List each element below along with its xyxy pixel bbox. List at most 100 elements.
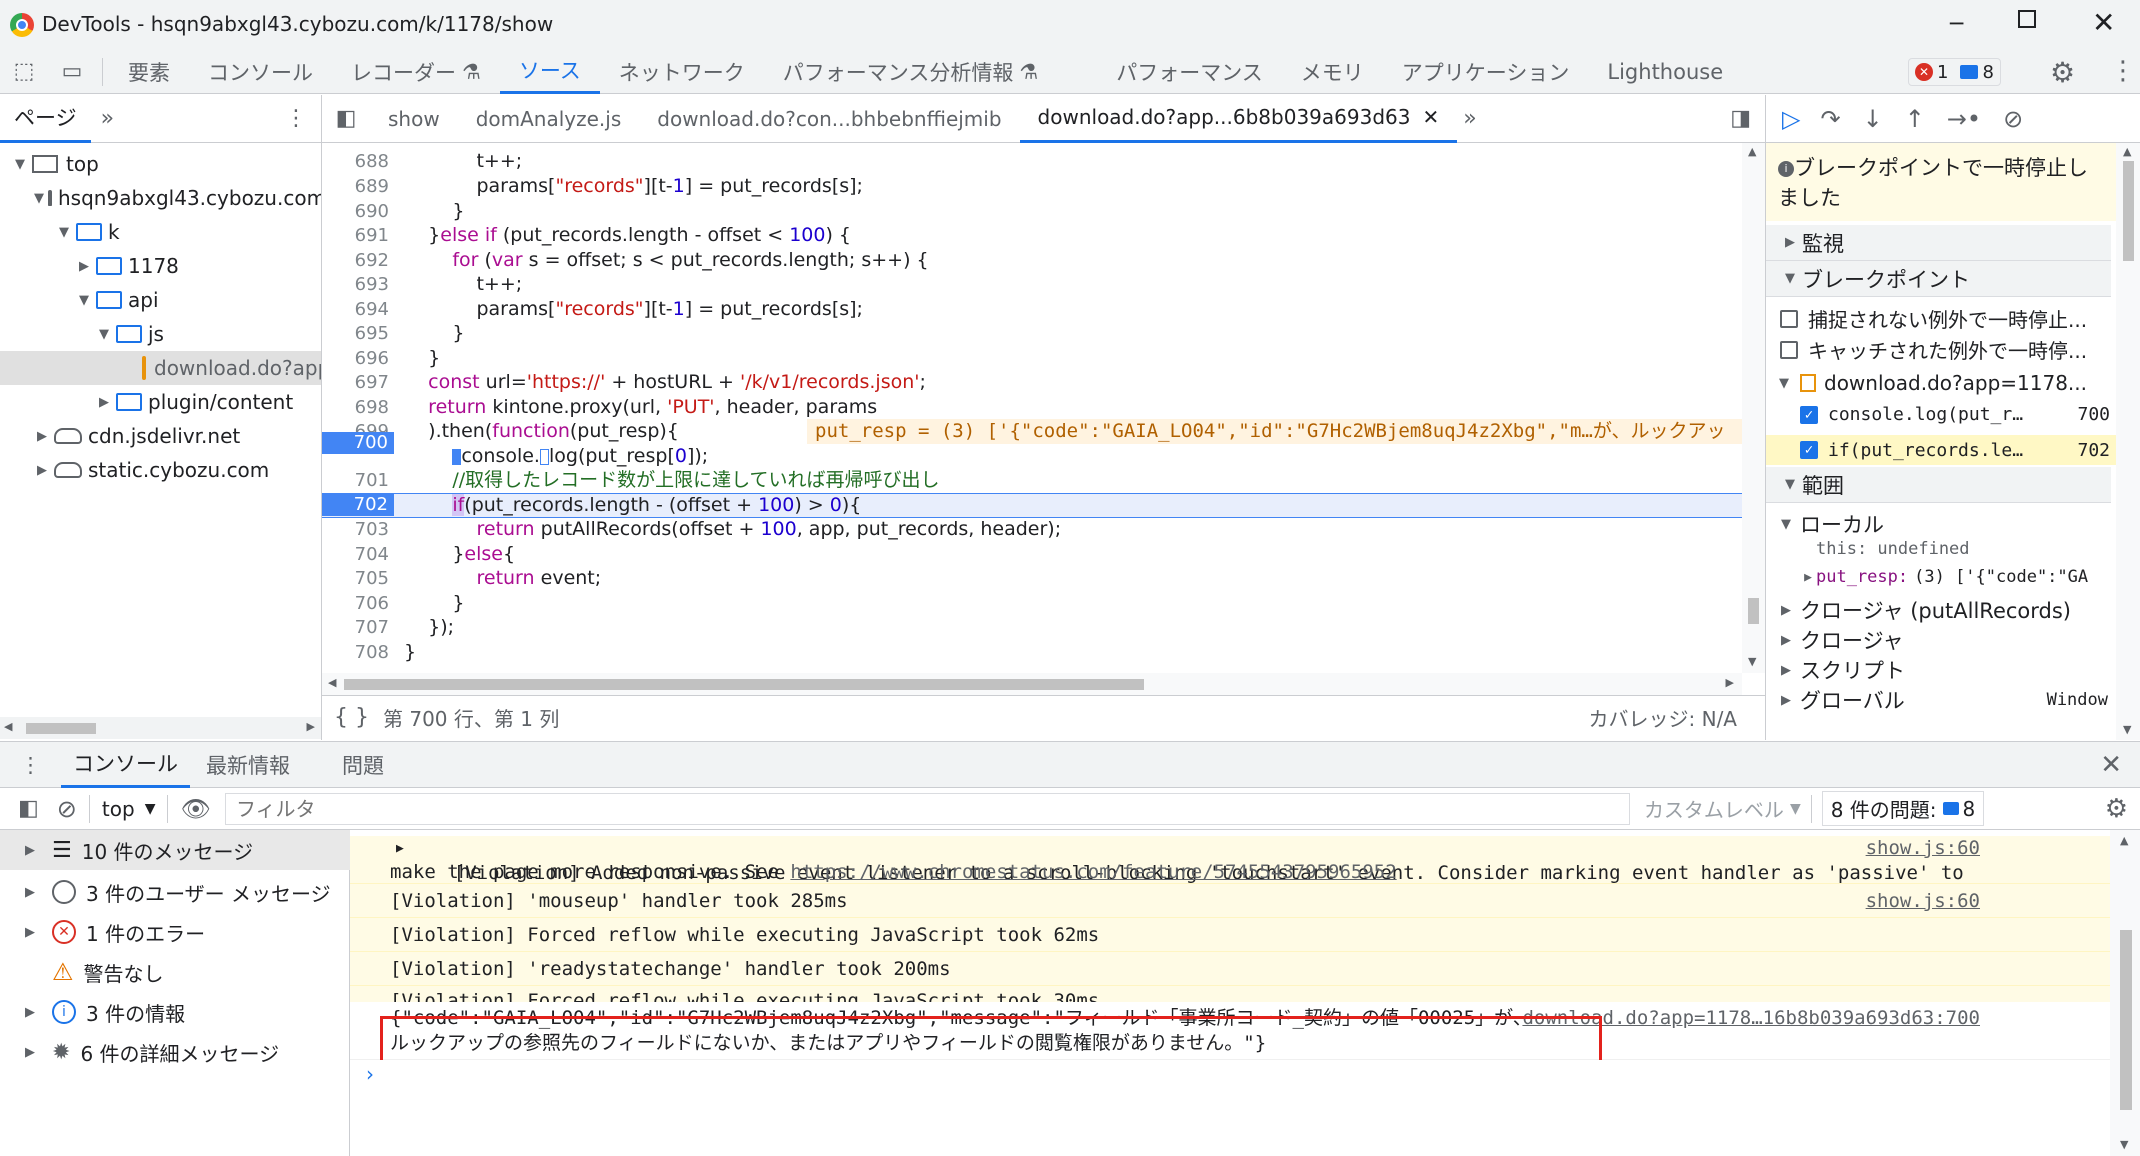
tab-performance[interactable]: パフォーマンス <box>1097 50 1282 94</box>
uncaught-exceptions-option[interactable]: 捕捉されない例外で一時停止... <box>1780 304 2087 333</box>
message-source-link[interactable]: show.js:60 <box>1866 889 1980 914</box>
tab-memory[interactable]: メモリ <box>1282 50 1383 94</box>
navigator-menu-icon[interactable]: ⋮ <box>285 106 307 131</box>
show-sidebar-icon[interactable]: ◧ <box>18 796 39 821</box>
deactivate-breakpoints-icon[interactable]: ⊘ <box>2003 105 2023 133</box>
tab-page[interactable]: ページ <box>0 95 91 143</box>
editor-tab-show[interactable]: show <box>370 95 458 143</box>
left-scrollbar[interactable]: ◀ ▶ <box>0 717 321 739</box>
section-watch[interactable]: ▶ 監視 <box>1766 225 2111 261</box>
checkbox-checked[interactable]: ✓ <box>1800 441 1818 459</box>
filter-errors[interactable]: ▶ ✕ 1 件のエラー <box>0 912 350 952</box>
section-breakpoints[interactable]: ▼ ブレークポイント <box>1766 261 2111 297</box>
tree-item-api[interactable]: ▼ api <box>0 283 321 317</box>
message-source-link[interactable]: show.js:60 <box>1866 836 1980 861</box>
tab-lighthouse[interactable]: Lighthouse <box>1588 50 1742 94</box>
line-number[interactable]: 708 <box>322 642 397 663</box>
section-scope[interactable]: ▼ 範囲 <box>1766 467 2111 503</box>
step-out-icon[interactable]: ↑ <box>1905 105 1925 133</box>
scope-local[interactable]: ▼ ローカル <box>1778 509 1884 539</box>
log-levels-select[interactable]: カスタムレベル ▼ <box>1644 794 1801 823</box>
close-drawer-icon[interactable]: ✕ <box>2100 750 2122 780</box>
filter-verbose[interactable]: ▶ ✹ 6 件の詳細メッセージ <box>0 1032 350 1072</box>
drawer-tab-issues[interactable]: 問題 <box>342 750 384 780</box>
breakpoint-item-700[interactable]: ✓ console.log(put_r… 700 <box>1800 404 2110 425</box>
editor-tab-download-app[interactable]: download.do?app...6b8b039a693d63 ✕ <box>1019 95 1458 143</box>
line-number[interactable]: 693 <box>322 274 397 295</box>
line-number[interactable]: 688 <box>322 151 397 172</box>
close-tab-icon[interactable]: ✕ <box>1422 105 1439 129</box>
toggle-debugger-icon[interactable]: ◨ <box>1730 106 1751 131</box>
line-number[interactable]: 690 <box>322 201 397 222</box>
step-into-icon[interactable]: ↓ <box>1863 105 1883 133</box>
breakpoint-marker-700[interactable]: 700 <box>322 432 394 454</box>
line-number[interactable]: 703 <box>322 519 397 540</box>
line-number[interactable]: 704 <box>322 544 397 565</box>
scope-closure-putallrecords[interactable]: ▶ クロージャ (putAllRecords) <box>1778 595 2071 625</box>
more-tabs-icon[interactable]: » <box>101 106 114 131</box>
line-number[interactable]: 692 <box>322 250 397 271</box>
maximize-icon[interactable] <box>2018 10 2036 28</box>
expand-arrow-icon[interactable]: ▶ <box>396 836 404 861</box>
console-prompt[interactable]: › <box>350 1060 2110 1156</box>
toggle-navigator-icon[interactable]: ◧ <box>322 95 370 143</box>
context-select[interactable]: top ▼ <box>102 797 156 821</box>
editor-tab-domanalyze[interactable]: domAnalyze.js <box>458 95 640 143</box>
drawer-menu-icon[interactable]: ⋮ <box>20 753 41 777</box>
line-number[interactable]: 695 <box>322 323 397 344</box>
step-over-icon[interactable]: ↷ <box>1820 105 1840 133</box>
breakpoint-marker-702[interactable]: 702 <box>322 494 394 516</box>
drawer-tab-console[interactable]: コンソール <box>61 742 190 788</box>
line-number[interactable]: 694 <box>322 299 397 320</box>
line-number[interactable]: 701 <box>322 470 397 491</box>
console-scrollbar[interactable]: ▲ ▼ <box>2110 830 2140 1156</box>
issues-button[interactable]: 8 件の問題: 8 <box>1821 791 1985 826</box>
tree-item-plugin-content[interactable]: ▶ plugin/content <box>0 385 321 419</box>
settings-gear-icon[interactable]: ⚙ <box>2050 56 2075 89</box>
line-number[interactable]: 706 <box>322 593 397 614</box>
caught-exceptions-option[interactable]: キャッチされた例外で一時停... <box>1780 335 2087 364</box>
line-number[interactable]: 705 <box>322 568 397 589</box>
checkbox[interactable] <box>1780 340 1798 359</box>
line-number[interactable]: 697 <box>322 372 397 393</box>
editor-tab-download-con[interactable]: download.do?con...bhbebnffiejmib <box>639 95 1019 143</box>
line-number[interactable]: 707 <box>322 617 397 638</box>
line-number[interactable]: 698 <box>322 397 397 418</box>
tree-item-cdn-jsdelivr[interactable]: ▶ cdn.jsdelivr.net <box>0 419 321 453</box>
tree-item-js[interactable]: ▼ js <box>0 317 321 351</box>
line-number[interactable]: 691 <box>322 225 397 246</box>
tab-network[interactable]: ネットワーク <box>600 50 764 94</box>
checkbox[interactable] <box>1780 309 1798 328</box>
scope-global[interactable]: ▶ グローバル Window <box>1778 685 2108 715</box>
tree-item-1178[interactable]: ▶ 1178 <box>0 249 321 283</box>
checkbox-checked[interactable]: ✓ <box>1800 405 1818 424</box>
tab-performance-insights[interactable]: パフォーマンス分析情報 ⚗ <box>764 50 1057 94</box>
tree-item-static-cybozu[interactable]: ▶ static.cybozu.com <box>0 453 321 487</box>
clear-console-icon[interactable]: ⊘ <box>57 795 77 823</box>
filter-info[interactable]: ▶ i 3 件の情報 <box>0 992 350 1032</box>
minimize-icon[interactable]: ─ <box>1950 12 1963 37</box>
tree-item-domain[interactable]: ▼ hsqn9abxgl43.cybozu.com <box>0 181 321 215</box>
tree-item-k[interactable]: ▼ k <box>0 215 321 249</box>
tab-recorder[interactable]: レコーダー ⚗ <box>332 50 500 94</box>
message-link[interactable]: https://www.chromestatus.com/feature/574… <box>790 861 1396 883</box>
pretty-print-icon[interactable]: { } <box>334 705 369 730</box>
console-settings-icon[interactable]: ⚙ <box>2105 794 2128 824</box>
tab-application[interactable]: アプリケーション <box>1383 50 1589 94</box>
more-tabs-icon[interactable]: » <box>1463 106 1476 131</box>
scope-put-resp[interactable]: ▶ put_resp: (3) ['{"code":"GA <box>1800 567 2120 587</box>
tree-item-download-file[interactable]: download.do?app <box>0 351 321 385</box>
tab-console[interactable]: コンソール <box>189 50 332 94</box>
line-number[interactable]: 689 <box>322 176 397 197</box>
device-toolbar-icon[interactable]: ▭ <box>48 50 96 94</box>
error-badge[interactable]: ✕ 1 8 <box>1908 58 2001 86</box>
scope-closure[interactable]: ▶ クロージャ <box>1778 625 1904 655</box>
tab-elements[interactable]: 要素 <box>109 50 189 94</box>
editor-vertical-scrollbar[interactable]: ▲ ▼ <box>1742 143 1765 673</box>
editor-horizontal-scrollbar[interactable]: ◀ ▶ <box>322 673 1742 695</box>
console-filter-input[interactable] <box>224 792 1630 825</box>
filter-user-messages[interactable]: ▶ 3 件のユーザー メッセージ <box>0 872 350 912</box>
breakpoint-file[interactable]: ▼ download.do?app=1178... <box>1776 371 2087 395</box>
filter-warnings[interactable]: ⚠ 警告なし <box>0 952 350 992</box>
live-expression-eye-icon[interactable]: 👁 <box>180 795 210 823</box>
